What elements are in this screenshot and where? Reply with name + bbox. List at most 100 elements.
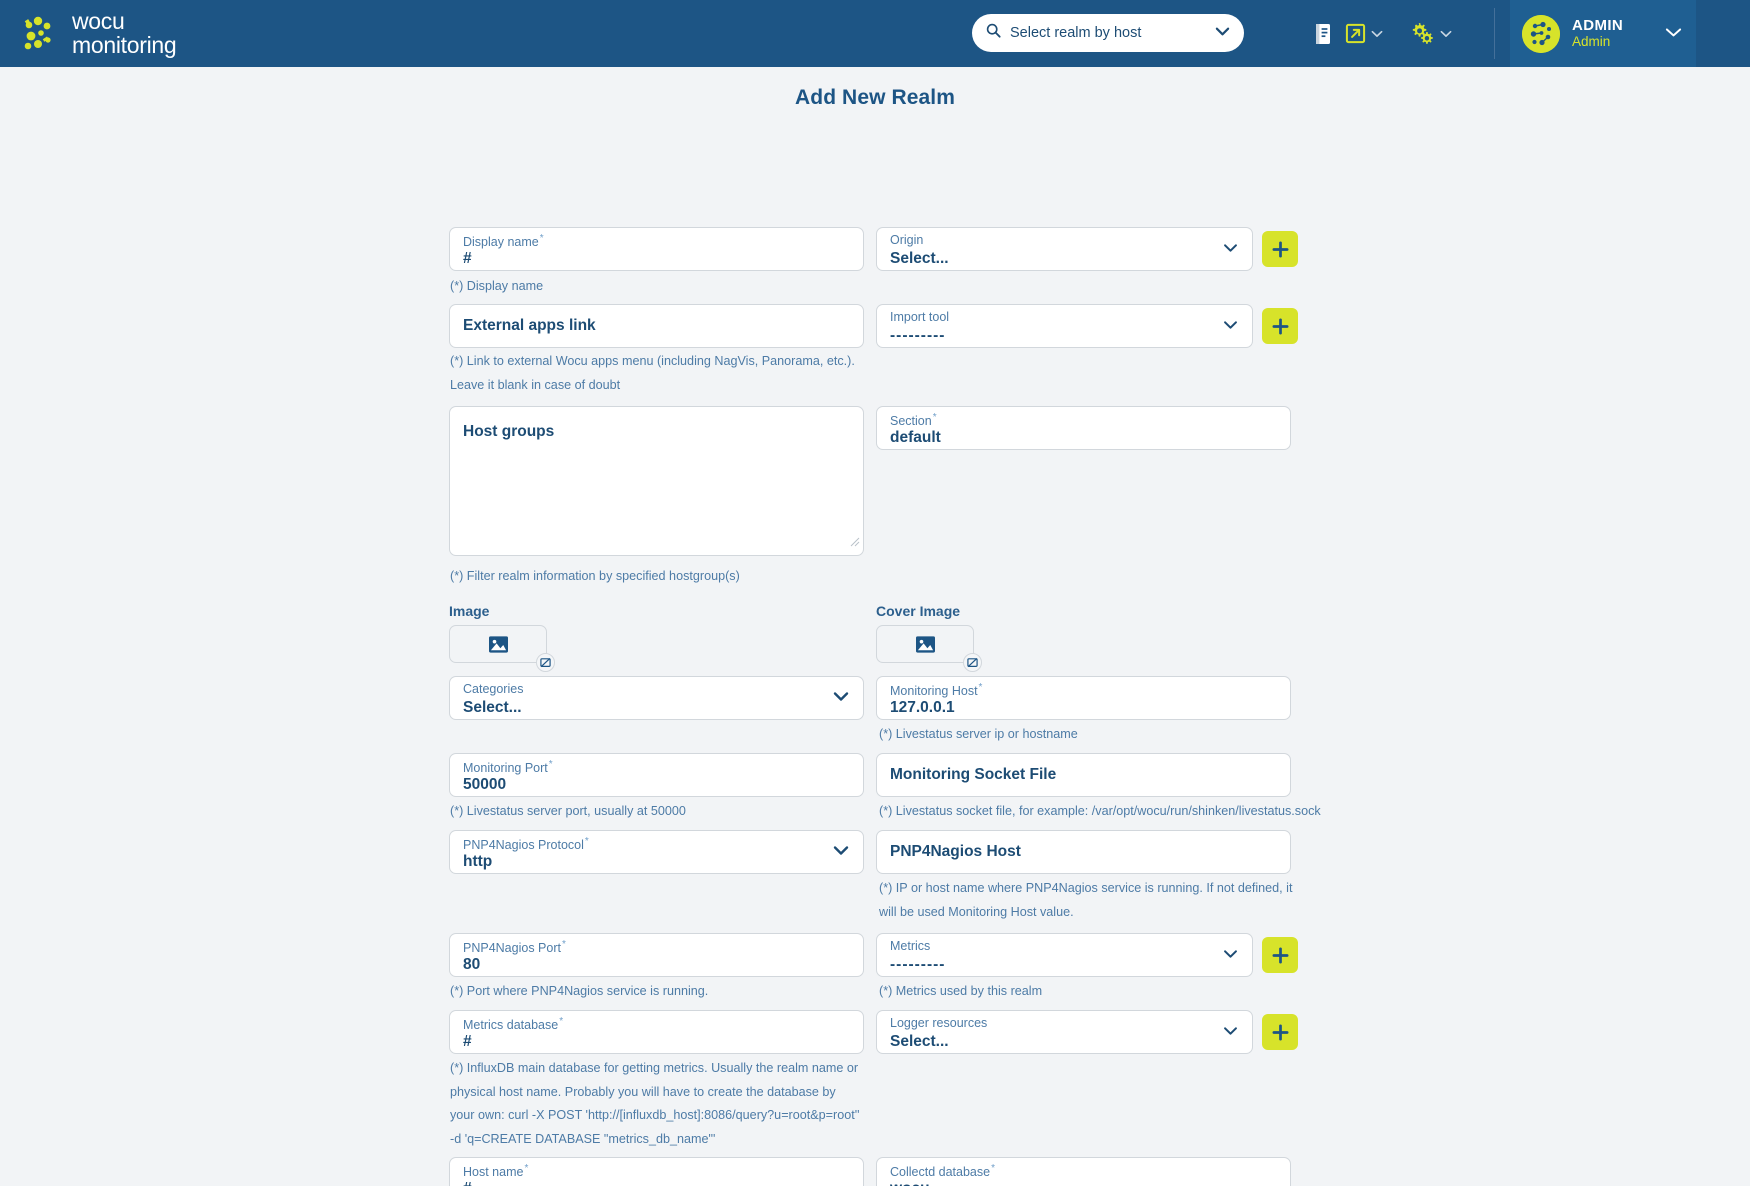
cover-image-clear-badge[interactable] [963,653,982,672]
external-link-icon[interactable] [1341,19,1387,48]
pnp4nagios-port-value: 80 [463,956,481,973]
monitoring-port-field[interactable]: Monitoring Port* 50000 [449,753,864,797]
image-placeholder-icon [488,635,508,653]
categories-label: Categories [463,682,524,696]
chevron-down-icon[interactable] [1440,25,1452,43]
external-apps-link-placeholder: External apps link [463,317,596,334]
monitoring-host-help: (*) Livestatus server ip or hostname [879,727,1078,741]
pnp4nagios-host-field[interactable]: PNP4Nagios Host [876,830,1291,874]
cover-image-upload-button[interactable] [876,625,974,663]
image-placeholder-icon [915,635,935,653]
realm-search-placeholder: Select realm by host [1010,25,1142,41]
monitoring-port-label: Monitoring Port* [463,759,553,776]
chevron-down-icon[interactable] [1215,24,1230,42]
user-info: ADMIN Admin [1572,17,1623,50]
monitoring-socket-file-field[interactable]: Monitoring Socket File [876,753,1291,797]
docs-book-icon[interactable] [1310,19,1337,49]
wocu-logo-icon [22,14,62,54]
display-name-value: # [463,250,472,267]
metrics-database-label: Metrics database* [463,1016,564,1033]
metrics-label: Metrics [890,939,931,953]
chevron-down-icon[interactable] [833,843,849,861]
collectd-database-label: Collectd database* [890,1163,995,1180]
monitoring-host-field[interactable]: Monitoring Host* 127.0.0.1 [876,676,1291,720]
external-apps-link-help: (*) Link to external Wocu apps menu (inc… [450,354,855,392]
chevron-down-icon[interactable] [1223,1023,1238,1041]
brand-logo[interactable]: wocu monitoring [22,8,177,58]
metrics-select[interactable]: Metrics --------- [876,933,1253,977]
host-name-field[interactable]: Host name* # [449,1157,864,1186]
pnp4nagios-port-label: PNP4Nagios Port* [463,939,566,956]
monitoring-port-value: 50000 [463,776,507,793]
import-tool-add-button[interactable] [1262,308,1298,344]
brand-line-1: wocu [72,8,125,35]
origin-select[interactable]: Origin Select... [876,227,1253,271]
import-tool-select[interactable]: Import tool --------- [876,304,1253,348]
display-name-field[interactable]: Display name* # [449,227,864,271]
metrics-database-field[interactable]: Metrics database* # [449,1010,864,1054]
chevron-down-icon[interactable] [833,689,849,707]
metrics-database-help: (*) InfluxDB main database for getting m… [450,1061,860,1146]
page-title: Add New Realm [795,86,955,109]
image-upload-button[interactable] [449,625,547,663]
no-image-icon [540,658,551,668]
logger-resources-add-button[interactable] [1262,1014,1298,1050]
collectd-database-value: wocu [890,1180,930,1186]
origin-add-button[interactable] [1262,231,1298,267]
pnp4nagios-protocol-value: http [463,853,493,870]
header-divider [1494,8,1495,59]
monitoring-host-value: 127.0.0.1 [890,699,955,716]
chevron-down-icon[interactable] [1223,317,1238,335]
monitoring-socket-file-placeholder: Monitoring Socket File [890,766,1057,783]
logger-resources-label: Logger resources [890,1016,988,1030]
app-page: wocu monitoring Select realm by host ADM… [0,0,1750,1186]
search-icon [986,23,1001,43]
host-groups-textarea[interactable]: Host groups [449,406,864,556]
chevron-down-icon[interactable] [1371,25,1383,43]
categories-select[interactable]: Categories Select... [449,676,864,720]
gears-settings-icon[interactable] [1405,18,1456,50]
pnp4nagios-protocol-select[interactable]: PNP4Nagios Protocol* http [449,830,864,874]
pnp4nagios-port-field[interactable]: PNP4Nagios Port* 80 [449,933,864,977]
monitoring-host-label: Monitoring Host* [890,682,983,699]
section-field[interactable]: Section* default [876,406,1291,450]
display-name-help: (*) Display name [450,279,544,293]
resize-handle-icon[interactable] [849,534,860,552]
metrics-help: (*) Metrics used by this realm [879,984,1043,998]
user-role: Admin [1572,34,1611,50]
image-clear-badge[interactable] [536,653,555,672]
external-apps-link-field[interactable]: External apps link [449,304,864,348]
import-tool-label: Import tool [890,310,950,324]
metrics-add-button[interactable] [1262,937,1298,973]
host-name-label: Host name* [463,1163,529,1180]
metrics-database-value: # [463,1033,472,1050]
origin-value: Select... [890,250,949,267]
monitoring-socket-file-help: (*) Livestatus socket file, for example:… [879,804,1321,818]
app-header: wocu monitoring Select realm by host ADM… [0,0,1750,67]
categories-value: Select... [463,699,522,716]
logger-resources-select[interactable]: Logger resources Select... [876,1010,1253,1054]
header-icon-group [1310,0,1456,67]
logger-resources-value: Select... [890,1033,949,1050]
collectd-database-field[interactable]: Collectd database* wocu [876,1157,1291,1186]
host-groups-help: (*) Filter realm information by specifie… [450,569,740,583]
avatar [1522,14,1560,53]
user-menu[interactable]: ADMIN Admin [1510,0,1697,67]
cover-image-label: Cover Image [876,603,961,619]
image-label: Image [449,603,490,619]
realm-search-box[interactable]: Select realm by host [972,14,1244,52]
user-name: ADMIN [1572,17,1624,35]
pnp4nagios-protocol-label: PNP4Nagios Protocol* [463,836,589,853]
section-value: default [890,429,941,446]
chevron-down-icon[interactable] [1223,946,1238,964]
brand-line-2: monitoring [72,31,177,58]
import-tool-value: --------- [890,327,946,344]
display-name-label: Display name* [463,233,544,250]
metrics-value: --------- [890,956,946,973]
chevron-down-icon[interactable] [1223,240,1238,258]
pnp4nagios-host-help: (*) IP or host name where PNP4Nagios ser… [879,881,1293,919]
chevron-down-icon[interactable] [1665,25,1682,43]
host-groups-placeholder: Host groups [463,423,555,440]
no-image-icon [967,658,978,668]
monitoring-port-help: (*) Livestatus server port, usually at 5… [450,804,686,818]
